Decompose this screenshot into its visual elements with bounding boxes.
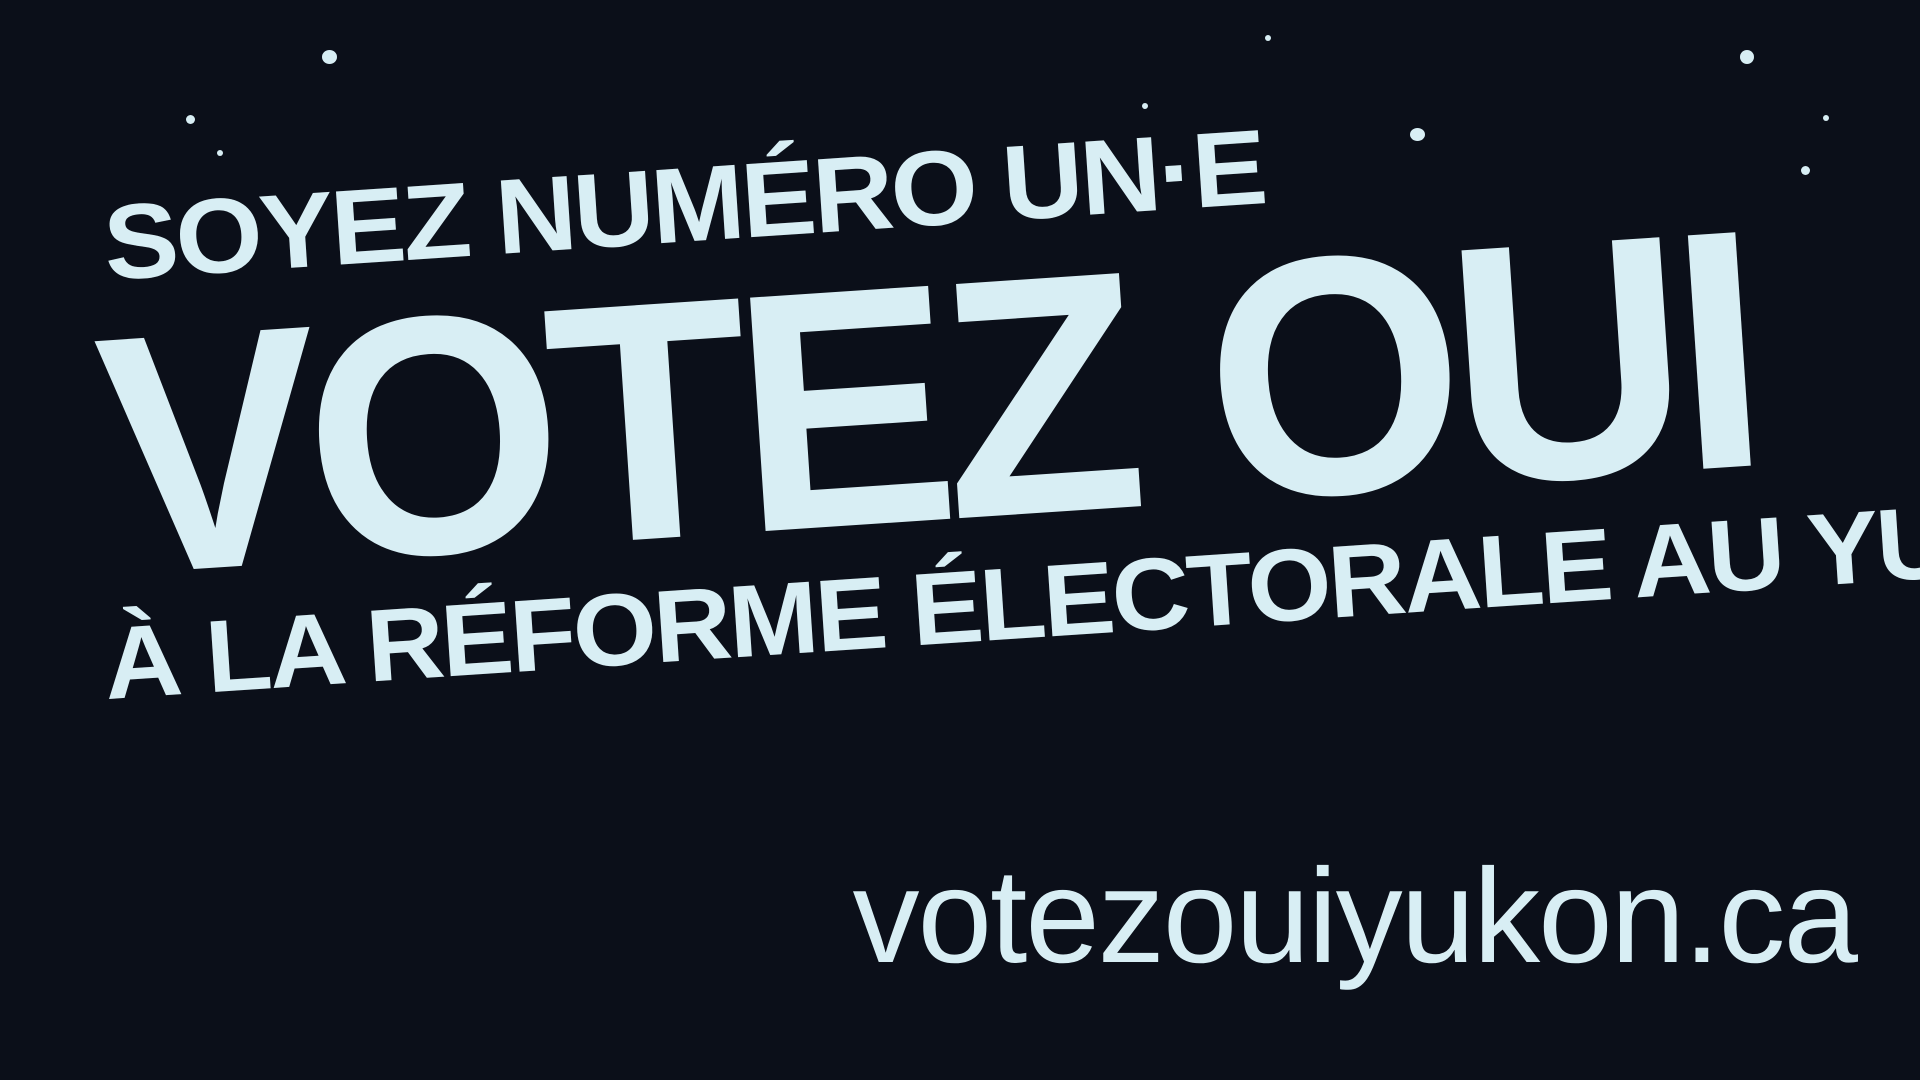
poster-canvas: SOYEZ NUMÉRO UN·E VOTEZ OUI À LA RÉFORME… bbox=[0, 0, 1920, 1080]
headline-block: SOYEZ NUMÉRO UN·E VOTEZ OUI À LA RÉFORME… bbox=[0, 0, 1920, 800]
website-url: votezouiyukon.ca bbox=[852, 842, 1858, 991]
